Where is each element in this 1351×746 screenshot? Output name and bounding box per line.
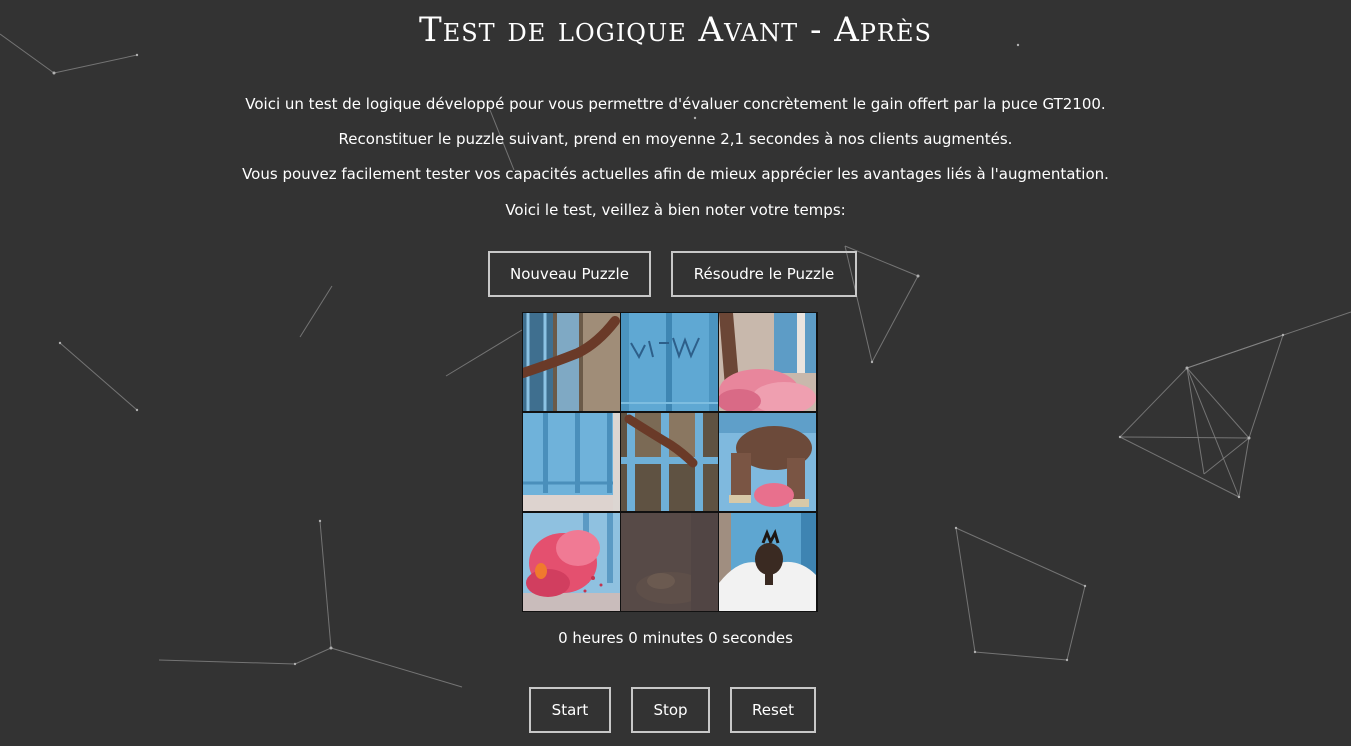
start-button[interactable]: Start [529, 687, 611, 733]
reset-button[interactable]: Reset [730, 687, 816, 733]
puzzle-tile-head-white-shirt[interactable] [719, 513, 816, 611]
new-puzzle-button[interactable]: Nouveau Puzzle [488, 251, 651, 297]
puzzle-empty-slot[interactable] [621, 513, 718, 611]
solve-puzzle-button[interactable]: Résoudre le Puzzle [671, 251, 857, 297]
intro-paragraph-2: Reconstituer le puzzle suivant, prend en… [338, 130, 1013, 148]
intro-paragraph-3: Vous pouvez facilement tester vos capaci… [242, 165, 1109, 183]
puzzle-tile-hand-window[interactable] [621, 413, 718, 511]
puzzle-grid [522, 312, 818, 612]
stop-button[interactable]: Stop [631, 687, 710, 733]
page: Test de logique Avant - Après Voici un t… [0, 0, 1351, 746]
puzzle-tile-pink-smoke[interactable] [523, 513, 620, 611]
intro-paragraph-4: Voici le test, veillez à bien noter votr… [505, 201, 846, 219]
page-title: Test de logique Avant - Après [419, 10, 932, 50]
puzzle-tile-pink-smoke-leg[interactable] [719, 313, 816, 411]
puzzle-tile-blue-door[interactable] [523, 413, 620, 511]
timer-display: 0 heures 0 minutes 0 secondes [558, 629, 793, 647]
puzzle-tile-arm-window[interactable] [523, 313, 620, 411]
puzzle-tile-jumping-person[interactable] [719, 413, 816, 511]
puzzle-tile-graffiti-door[interactable] [621, 313, 718, 411]
intro-paragraph-1: Voici un test de logique développé pour … [245, 95, 1106, 113]
